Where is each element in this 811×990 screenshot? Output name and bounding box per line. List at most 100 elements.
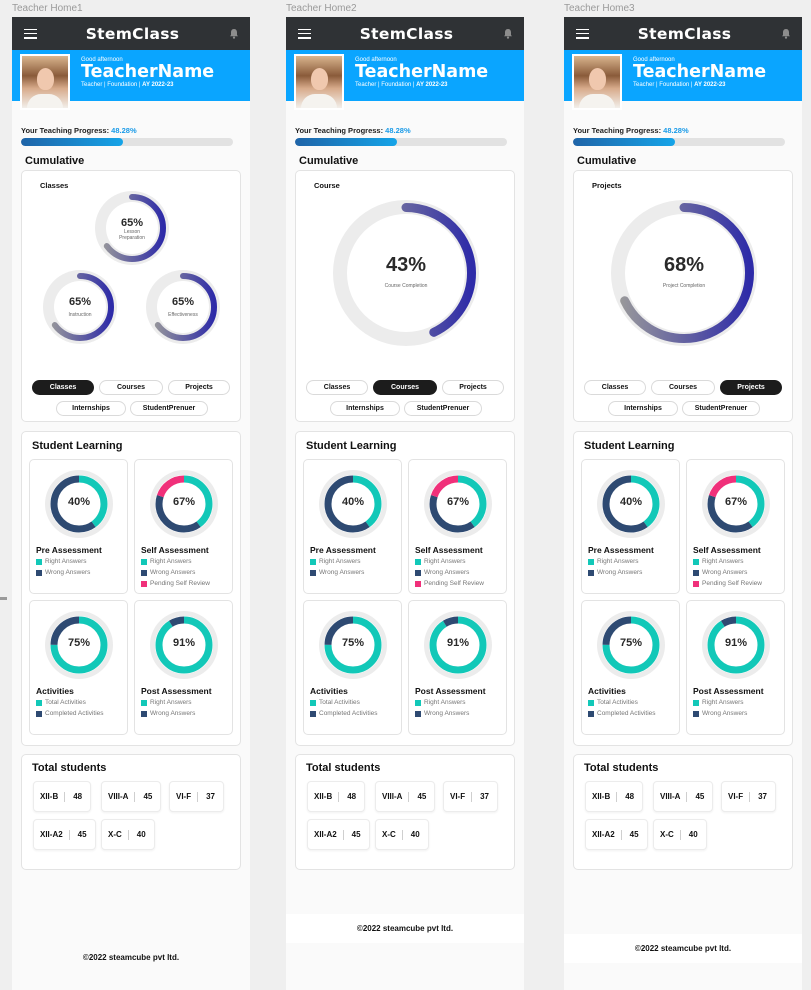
legend-pending-self-review: Pending Self Review (141, 580, 210, 587)
effectiveness-ring: 65% Effectiveness (144, 268, 222, 346)
tab-classes[interactable]: Classes (306, 380, 368, 395)
class-chip-vi-f[interactable]: VI-F 37 (169, 781, 225, 812)
class-chip-xii-a2[interactable]: XII-A2 45 (585, 819, 648, 850)
footer: ©2022 steamcube pvt ltd. (564, 934, 802, 963)
top-bar: StemClass (564, 17, 802, 50)
frame-label-1: Teacher Home1 (12, 3, 83, 14)
class-chip-xii-a2[interactable]: XII-A2 45 (307, 819, 370, 850)
student-learning-card: Student Learning 40% Pre Assessment Righ… (573, 431, 793, 746)
avatar[interactable] (20, 54, 70, 110)
legend-pending-self-review: Pending Self Review (693, 580, 762, 587)
cumulative-card-title: Classes (40, 181, 69, 190)
class-chip-viii-a[interactable]: VIII-A 45 (653, 781, 714, 812)
activities-donut: 75% (596, 610, 666, 680)
tab-classes[interactable]: Classes (584, 380, 646, 395)
teacher-role: Teacher | Foundation | AY 2022-23 (81, 82, 174, 88)
total-students-card: Total students XII-B 48 VIII-A 45 VI-F 37 X… (295, 754, 515, 870)
class-chip-vi-f[interactable]: VI-F 37 (443, 781, 499, 812)
class-chip-viii-a[interactable]: VIII-A 45 (375, 781, 436, 812)
activities-card: 75% Activities Total Activities Complete… (581, 600, 680, 735)
class-chip-x-c[interactable]: X-C 40 (375, 819, 429, 850)
brand-title: StemClass (359, 24, 454, 43)
activities-title: Activities (310, 686, 348, 696)
class-chip-x-c[interactable]: X-C 40 (101, 819, 155, 850)
class-chip-viii-a[interactable]: VIII-A 45 (101, 781, 162, 812)
tab-internships[interactable]: Internships (56, 401, 126, 416)
legend-completed-activities: Completed Activities (36, 710, 104, 717)
class-chip-xii-b[interactable]: XII-B 48 (307, 781, 366, 812)
total-students-title: Total students (32, 762, 107, 774)
pre-assessment-card: 40% Pre Assessment Right Answers Wrong A… (303, 459, 402, 594)
tab-studentprenuer[interactable]: StudentPrenuer (682, 401, 760, 416)
legend-total-activities: Total Activities (36, 699, 86, 706)
legend-completed-activities: Completed Activities (310, 710, 378, 717)
class-chip-vi-f[interactable]: VI-F 37 (721, 781, 777, 812)
cumulative-card: Projects 68% Project Completion Classes … (573, 170, 793, 422)
hamburger-menu-icon[interactable] (24, 28, 37, 39)
self-assessment-title: Self Assessment (693, 545, 761, 555)
tab-studentprenuer[interactable]: StudentPrenuer (404, 401, 482, 416)
tab-projects[interactable]: Projects (168, 380, 230, 395)
legend-wrong-answers: Wrong Answers (588, 569, 642, 576)
profile-header: Good afternoon TeacherName Teacher | Fou… (12, 50, 250, 110)
student-learning-card: Student Learning 40% Pre Assessment Righ… (295, 431, 515, 746)
legend-wrong-answers: Wrong Answers (693, 710, 747, 717)
tab-courses[interactable]: Courses (99, 380, 163, 395)
class-chip-xii-a2[interactable]: XII-A2 45 (33, 819, 96, 850)
student-learning-title: Student Learning (306, 440, 397, 452)
pre-assessment-title: Pre Assessment (588, 545, 654, 555)
teacher-role: Teacher | Foundation | AY 2022-23 (633, 82, 726, 88)
avatar[interactable] (572, 54, 622, 110)
teacher-name: TeacherName (355, 62, 489, 82)
teaching-progress-bar (21, 138, 233, 146)
bell-icon[interactable] (228, 28, 240, 40)
lesson-preparation-ring: 65% Lesson Preparation (93, 189, 171, 267)
legend-wrong-answers: Wrong Answers (693, 569, 747, 576)
tab-classes[interactable]: Classes (32, 380, 94, 395)
teaching-progress-label: Your Teaching Progress: 48.28% (573, 126, 689, 135)
pre-assessment-title: Pre Assessment (36, 545, 102, 555)
avatar[interactable] (294, 54, 344, 110)
legend-right-answers: Right Answers (141, 699, 192, 706)
frame-label-3: Teacher Home3 (564, 3, 635, 14)
post-assessment-donut: 91% (423, 610, 493, 680)
tab-projects[interactable]: Projects (720, 380, 782, 395)
footer: ©2022 steamcube pvt ltd. (82, 953, 180, 962)
student-learning-title: Student Learning (32, 440, 123, 452)
legend-right-answers: Right Answers (141, 558, 192, 565)
teaching-progress-label: Your Teaching Progress: 48.28% (295, 126, 411, 135)
legend-right-answers: Right Answers (415, 699, 466, 706)
self-assessment-donut: 67% (149, 469, 219, 539)
student-learning-card: Student Learning 40% Pre Assessment Righ… (21, 431, 241, 746)
self-assessment-card: 67% Self Assessment Right Answers Wrong … (408, 459, 507, 594)
class-chip-x-c[interactable]: X-C 40 (653, 819, 707, 850)
pre-assessment-card: 40% Pre Assessment Right Answers Wrong A… (29, 459, 128, 594)
tab-courses[interactable]: Courses (373, 380, 437, 395)
legend-wrong-answers: Wrong Answers (415, 710, 469, 717)
self-assessment-donut: 67% (701, 469, 771, 539)
tab-studentprenuer[interactable]: StudentPrenuer (130, 401, 208, 416)
legend-wrong-answers: Wrong Answers (141, 569, 195, 576)
brand-title: StemClass (85, 24, 180, 43)
legend-right-answers: Right Answers (36, 558, 87, 565)
tab-internships[interactable]: Internships (330, 401, 400, 416)
instruction-ring: 65% Instruction (41, 268, 119, 346)
hamburger-menu-icon[interactable] (298, 28, 311, 39)
bell-icon[interactable] (502, 28, 514, 40)
self-assessment-title: Self Assessment (415, 545, 483, 555)
top-bar: StemClass (286, 17, 524, 50)
tab-projects[interactable]: Projects (442, 380, 504, 395)
total-students-title: Total students (584, 762, 659, 774)
total-students-card: Total students XII-B 48 VIII-A 45 VI-F 37 X… (21, 754, 241, 870)
self-assessment-card: 67% Self Assessment Right Answers Wrong … (134, 459, 233, 594)
legend-wrong-answers: Wrong Answers (415, 569, 469, 576)
legend-right-answers: Right Answers (415, 558, 466, 565)
class-chip-xii-b[interactable]: XII-B 48 (585, 781, 644, 812)
tab-internships[interactable]: Internships (608, 401, 678, 416)
tab-courses[interactable]: Courses (651, 380, 715, 395)
bell-icon[interactable] (780, 28, 792, 40)
class-chip-xii-b[interactable]: XII-B 48 (33, 781, 92, 812)
hamburger-menu-icon[interactable] (576, 28, 589, 39)
legend-total-activities: Total Activities (310, 699, 360, 706)
teaching-progress-bar (573, 138, 785, 146)
